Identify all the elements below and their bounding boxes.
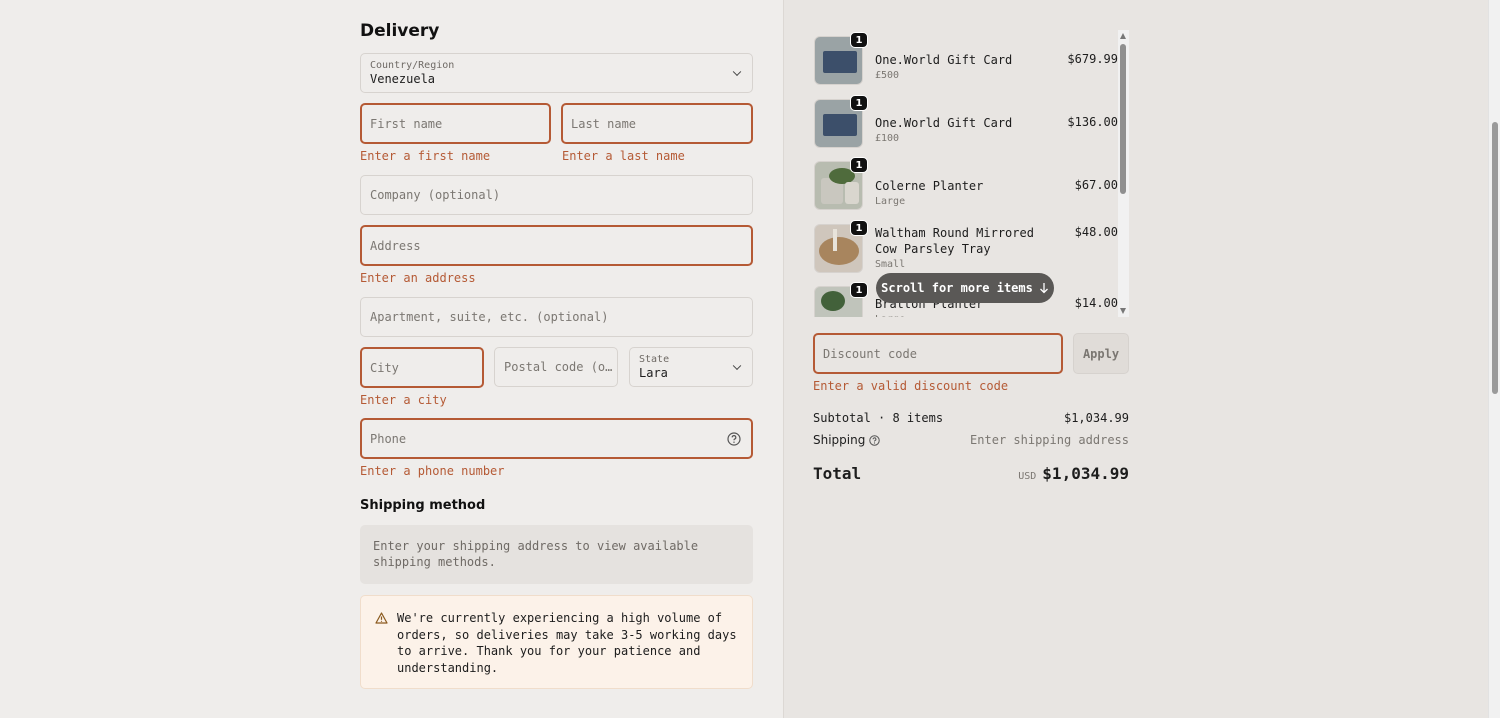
city-input[interactable]: City bbox=[360, 347, 484, 388]
page-scrollbar-thumb[interactable] bbox=[1492, 122, 1498, 394]
country-value: Venezuela bbox=[370, 72, 436, 86]
city-error: Enter a city bbox=[360, 393, 447, 407]
subtotal-label: Subtotal · 8 items bbox=[813, 411, 944, 425]
city-placeholder: City bbox=[370, 360, 399, 375]
arrow-down-icon bbox=[1039, 283, 1048, 294]
discount-code-input[interactable]: Discount code bbox=[813, 333, 1063, 374]
apartment-input[interactable]: Apartment, suite, etc. (optional) bbox=[360, 297, 753, 337]
shipping-label: Shipping bbox=[813, 433, 866, 447]
apply-discount-button[interactable]: Apply bbox=[1073, 333, 1129, 374]
last-name-error: Enter a last name bbox=[562, 149, 685, 163]
total-label: Total bbox=[813, 463, 862, 483]
country-label: Country/Region bbox=[370, 60, 455, 71]
item-name: Waltham Round Mirrored Cow Parsley Tray bbox=[875, 226, 1034, 256]
help-circle-icon[interactable] bbox=[727, 431, 741, 446]
item-name: One.World Gift Card bbox=[875, 53, 1013, 67]
scrollbar-thumb[interactable] bbox=[1120, 44, 1126, 194]
country-select[interactable]: Country/Region Venezuela bbox=[360, 53, 753, 93]
subtotal-row: Subtotal · 8 items $1,034.99 bbox=[813, 411, 1129, 425]
item-variant: Small bbox=[875, 259, 906, 270]
shipping-row: Shipping Enter shipping address bbox=[813, 433, 1129, 447]
chevron-down-icon bbox=[732, 67, 742, 77]
item-price: $136.00 bbox=[1067, 115, 1118, 129]
quantity-badge: 1 bbox=[850, 282, 868, 298]
total-value: $1,034.99 bbox=[1042, 463, 1129, 483]
currency-code: USD bbox=[1018, 470, 1037, 482]
item-name: One.World Gift Card bbox=[875, 116, 1013, 130]
item-variant: Large bbox=[875, 196, 906, 207]
shipping-value: Enter shipping address bbox=[970, 433, 1129, 447]
scroll-up-arrow-icon[interactable] bbox=[1120, 33, 1126, 39]
item-price: $67.00 bbox=[1074, 178, 1118, 192]
quantity-badge: 1 bbox=[850, 32, 868, 48]
page-scrollbar[interactable] bbox=[1488, 0, 1500, 718]
shipping-label-wrap: Shipping bbox=[813, 433, 881, 447]
item-price: $48.00 bbox=[1074, 225, 1118, 239]
first-name-placeholder: First name bbox=[370, 116, 443, 131]
item-variant: Large bbox=[875, 314, 905, 317]
cart-item: 1 Colerne Planter Large $67.00 bbox=[812, 157, 1118, 211]
warning-icon bbox=[375, 612, 388, 624]
quantity-badge: 1 bbox=[850, 157, 868, 173]
address-input[interactable]: Address bbox=[360, 225, 753, 266]
address-placeholder: Address bbox=[370, 238, 421, 253]
address-error: Enter an address bbox=[360, 271, 476, 285]
item-variant: £100 bbox=[875, 133, 900, 144]
quantity-badge: 1 bbox=[850, 95, 868, 111]
total-row: Total USD $1,034.99 bbox=[813, 462, 1129, 484]
cart-item: 1 One.World Gift Card £100 $136.00 bbox=[812, 95, 1118, 149]
item-price: $14.00 bbox=[1074, 296, 1118, 310]
phone-input[interactable]: Phone bbox=[360, 418, 753, 459]
item-name: Colerne Planter bbox=[875, 179, 984, 193]
shipping-notice: We're currently experiencing a high volu… bbox=[360, 595, 753, 689]
shipping-method-title: Shipping method bbox=[360, 498, 486, 513]
chevron-down-icon bbox=[732, 361, 742, 371]
scroll-for-more-button[interactable]: Scroll for more items bbox=[876, 273, 1054, 303]
shipping-notice-text: We're currently experiencing a high volu… bbox=[397, 611, 737, 675]
total-value-wrap: USD $1,034.99 bbox=[1018, 464, 1129, 483]
postal-code-placeholder: Postal code (o… bbox=[504, 360, 613, 374]
help-circle-icon[interactable] bbox=[869, 434, 881, 446]
state-label: State bbox=[639, 354, 670, 365]
last-name-input[interactable]: Last name bbox=[561, 103, 753, 144]
item-variant: £500 bbox=[875, 70, 900, 81]
last-name-placeholder: Last name bbox=[571, 116, 637, 131]
state-value: Lara bbox=[639, 366, 668, 380]
phone-placeholder: Phone bbox=[370, 431, 407, 446]
state-select[interactable]: State Lara bbox=[629, 347, 753, 387]
subtotal-value: $1,034.99 bbox=[1063, 411, 1129, 425]
delivery-title: Delivery bbox=[360, 21, 440, 41]
phone-error: Enter a phone number bbox=[360, 464, 505, 478]
discount-error: Enter a valid discount code bbox=[813, 379, 1009, 393]
discount-placeholder: Discount code bbox=[823, 346, 917, 361]
scroll-down-arrow-icon[interactable] bbox=[1120, 308, 1126, 314]
company-input[interactable]: Company (optional) bbox=[360, 175, 753, 215]
item-price: $679.99 bbox=[1067, 52, 1118, 66]
first-name-error: Enter a first name bbox=[360, 149, 491, 163]
postal-code-input[interactable]: Postal code (o… bbox=[494, 347, 618, 387]
scroll-hint-label: Scroll for more items bbox=[881, 281, 1033, 295]
shipping-method-info: Enter your shipping address to view avai… bbox=[360, 525, 753, 584]
quantity-badge: 1 bbox=[850, 220, 868, 236]
cart-item: 1 One.World Gift Card £500 $679.99 bbox=[812, 32, 1118, 86]
cart-items-scrollbar[interactable] bbox=[1118, 30, 1129, 317]
apartment-placeholder: Apartment, suite, etc. (optional) bbox=[370, 310, 609, 324]
first-name-input[interactable]: First name bbox=[360, 103, 551, 144]
company-placeholder: Company (optional) bbox=[370, 188, 501, 202]
